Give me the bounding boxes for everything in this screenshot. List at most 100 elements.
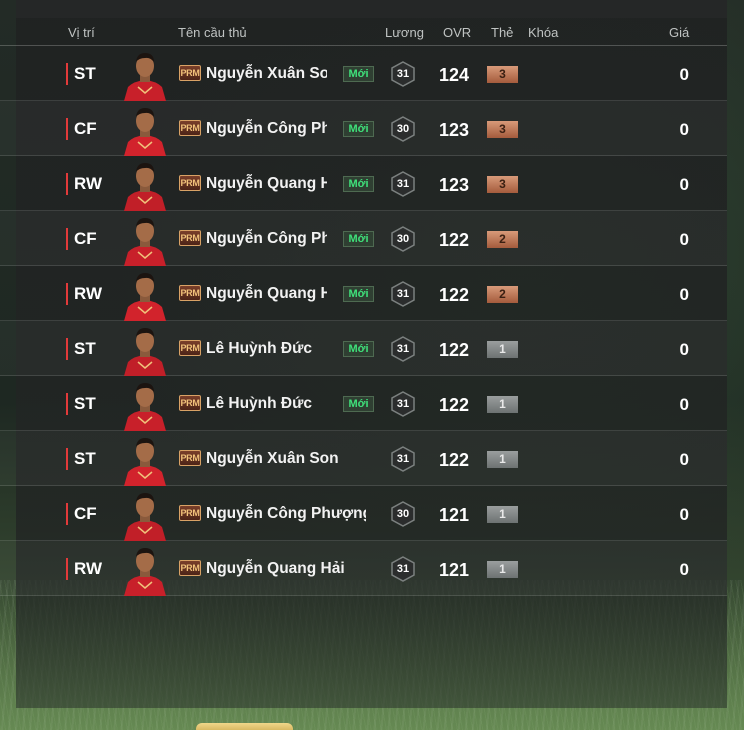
new-badge: Mới	[343, 396, 374, 412]
price-value: 0	[679, 65, 689, 84]
salary-value: 31	[396, 398, 410, 410]
salary-value: 30	[396, 508, 410, 520]
player-name[interactable]: Nguyễn Công Phượng	[206, 504, 366, 524]
salary-value: 31	[396, 68, 410, 80]
player-name[interactable]: Nguyễn Quang Hải	[206, 174, 327, 194]
table-row[interactable]: ST PRM Lê Huỳnh Đức Mới 31 122 1 0	[0, 376, 727, 431]
salary-value: 31	[396, 563, 410, 575]
table-row[interactable]: RW PRM Nguyễn Quang Hải Mới 31 122 2 0	[0, 266, 727, 321]
salary-badge: 30	[390, 116, 416, 142]
position-label: CF	[66, 503, 97, 525]
salary-value: 31	[396, 453, 410, 465]
panel-top-strip	[16, 0, 727, 18]
prm-season-badge: PRM	[179, 120, 201, 136]
header-card-grade[interactable]: Thẻ	[491, 25, 513, 40]
player-name[interactable]: Lê Huỳnh Đức	[206, 339, 327, 359]
position-label: CF	[66, 118, 97, 140]
new-badge: Mới	[343, 121, 374, 137]
salary-value: 31	[396, 343, 410, 355]
price-value: 0	[679, 230, 689, 249]
header-ovr[interactable]: OVR	[443, 25, 471, 40]
price-value: 0	[679, 175, 689, 194]
ovr-value: 121	[438, 560, 470, 580]
price-value: 0	[679, 285, 689, 304]
salary-badge: 31	[390, 61, 416, 87]
salary-badge: 30	[390, 226, 416, 252]
card-grade-badge: 1	[487, 341, 518, 358]
new-badge: Mới	[343, 176, 374, 192]
position-label: ST	[66, 63, 96, 85]
player-name[interactable]: Nguyễn Xuân Son	[206, 449, 366, 469]
salary-badge: 30	[390, 501, 416, 527]
player-portrait	[120, 379, 170, 431]
new-badge: Mới	[343, 66, 374, 82]
table-row[interactable]: CF PRM Nguyễn Công Phượng Mới 30 122 2 0	[0, 211, 727, 266]
player-portrait	[120, 544, 170, 596]
player-name[interactable]: Nguyễn Công Phượng	[206, 119, 327, 139]
new-badge: Mới	[343, 286, 374, 302]
salary-badge: 31	[390, 446, 416, 472]
price-value: 0	[679, 505, 689, 524]
card-grade-badge: 3	[487, 176, 518, 193]
position-label: RW	[66, 558, 102, 580]
salary-badge: 31	[390, 281, 416, 307]
table-row[interactable]: RW PRM Nguyễn Quang Hải Mới 31 123 3 0	[0, 156, 727, 211]
header-price[interactable]: Giá	[669, 25, 689, 40]
card-grade-badge: 3	[487, 66, 518, 83]
new-badge: Mới	[343, 231, 374, 247]
table-row[interactable]: CF PRM Nguyễn Công Phượng 30 121 1 0	[0, 486, 727, 541]
price-value: 0	[679, 120, 689, 139]
player-name[interactable]: Nguyễn Quang Hải	[206, 284, 327, 304]
ovr-value: 122	[438, 285, 470, 305]
table-row[interactable]: ST PRM Nguyễn Xuân Son Mới 31 124 3 0	[0, 46, 727, 101]
prm-season-badge: PRM	[179, 285, 201, 301]
prm-season-badge: PRM	[179, 340, 201, 356]
salary-badge: 31	[390, 556, 416, 582]
card-grade-badge: 3	[487, 121, 518, 138]
header-salary[interactable]: Lương	[385, 25, 424, 40]
salary-value: 30	[396, 123, 410, 135]
header-lock[interactable]: Khóa	[528, 25, 558, 40]
position-label: RW	[66, 283, 102, 305]
header-player-name[interactable]: Tên cầu thủ	[178, 25, 247, 40]
card-grade-badge: 1	[487, 561, 518, 578]
player-portrait	[120, 434, 170, 486]
salary-badge: 31	[390, 391, 416, 417]
prm-season-badge: PRM	[179, 230, 201, 246]
ovr-value: 121	[438, 505, 470, 525]
header-position[interactable]: Vị trí	[68, 25, 95, 40]
table-row[interactable]: RW PRM Nguyễn Quang Hải 31 121 1 0	[0, 541, 727, 596]
price-value: 0	[679, 395, 689, 414]
ovr-value: 122	[438, 340, 470, 360]
position-label: ST	[66, 448, 96, 470]
price-value: 0	[679, 560, 689, 579]
player-portrait	[120, 269, 170, 321]
player-portrait	[120, 49, 170, 101]
table-row[interactable]: ST PRM Lê Huỳnh Đức Mới 31 122 1 0	[0, 321, 727, 376]
prm-season-badge: PRM	[179, 395, 201, 411]
prm-season-badge: PRM	[179, 450, 201, 466]
salary-value: 31	[396, 288, 410, 300]
salary-badge: 31	[390, 171, 416, 197]
ovr-value: 122	[438, 230, 470, 250]
ovr-value: 122	[438, 450, 470, 470]
player-name[interactable]: Nguyễn Công Phượng	[206, 229, 327, 249]
card-grade-badge: 2	[487, 286, 518, 303]
player-name[interactable]: Nguyễn Quang Hải	[206, 559, 366, 579]
ovr-value: 123	[438, 175, 470, 195]
player-name[interactable]: Nguyễn Xuân Son	[206, 64, 327, 84]
player-name[interactable]: Lê Huỳnh Đức	[206, 394, 327, 414]
position-label: RW	[66, 173, 102, 195]
table-header: Vị trí Tên cầu thủ Lương OVR Thẻ Khóa Gi…	[0, 18, 727, 46]
table-row[interactable]: ST PRM Nguyễn Xuân Son 31 122 1 0	[0, 431, 727, 486]
bottom-action-button[interactable]	[196, 723, 293, 730]
prm-season-badge: PRM	[179, 505, 201, 521]
price-value: 0	[679, 340, 689, 359]
player-rows: ST PRM Nguyễn Xuân Son Mới 31 124 3 0 CF	[0, 46, 727, 596]
card-grade-badge: 1	[487, 506, 518, 523]
table-row[interactable]: CF PRM Nguyễn Công Phượng Mới 30 123 3 0	[0, 101, 727, 156]
card-grade-badge: 1	[487, 396, 518, 413]
salary-value: 30	[396, 233, 410, 245]
prm-season-badge: PRM	[179, 560, 201, 576]
position-label: ST	[66, 393, 96, 415]
